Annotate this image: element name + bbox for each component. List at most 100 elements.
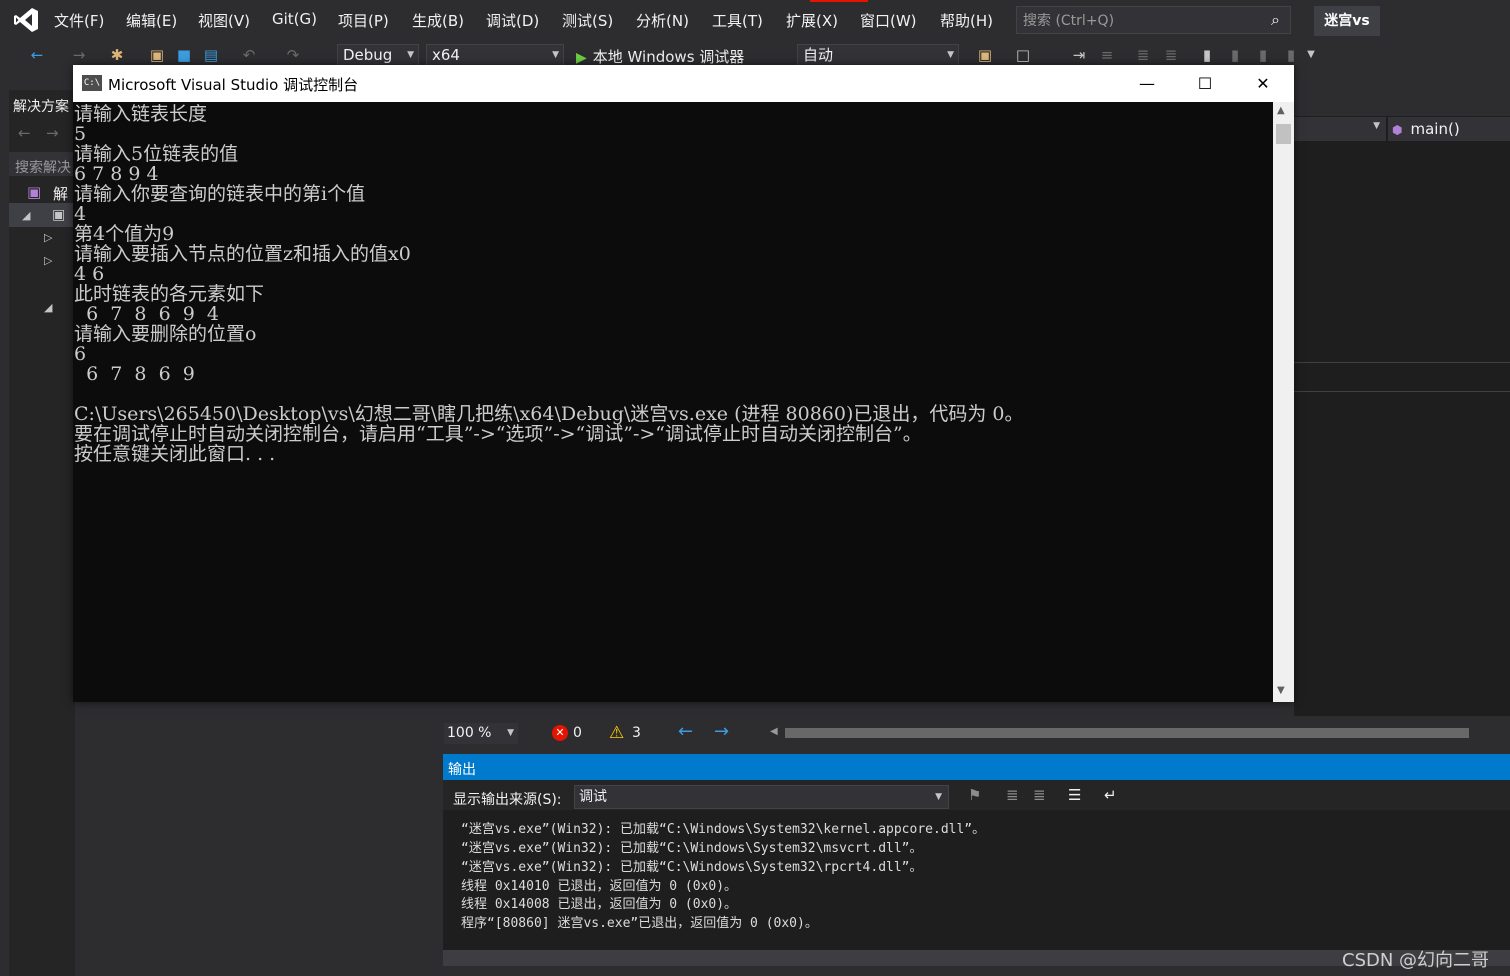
- clear-all-icon[interactable]: ☰: [1068, 786, 1081, 804]
- output-panel-header[interactable]: [443, 754, 1510, 780]
- console-line: 4: [74, 203, 87, 225]
- warning-icon[interactable]: ⚠: [609, 723, 624, 743]
- console-line: 5: [74, 123, 87, 145]
- output-source-combo[interactable]: 调试 ▼: [574, 785, 949, 809]
- function-name: main(): [1410, 120, 1460, 138]
- step-icon[interactable]: ⇥: [1070, 46, 1088, 64]
- console-line: 6 7 8 6 9: [74, 363, 195, 385]
- save-icon[interactable]: ■: [175, 46, 193, 64]
- function-cube-icon: ⬢: [1392, 123, 1403, 137]
- menu-analyze[interactable]: 分析(N): [636, 10, 689, 31]
- code-editor[interactable]: [1294, 116, 1510, 716]
- menu-test[interactable]: 测试(S): [562, 10, 613, 31]
- menu-tools[interactable]: 工具(T): [712, 10, 763, 31]
- zoom-combo[interactable]: 100 % ▼: [444, 723, 518, 744]
- error-icon[interactable]: ✕: [552, 725, 568, 741]
- next-issue-icon[interactable]: →: [714, 721, 729, 742]
- editor-current-line: [1294, 362, 1510, 392]
- new-project-icon[interactable]: ✱: [108, 46, 126, 64]
- bookmark-icon[interactable]: ▮: [1198, 46, 1216, 64]
- output-line: 线程 0x14008 已退出，返回值为 0 (0x0)。: [461, 897, 738, 912]
- output-line: 线程 0x14010 已退出，返回值为 0 (0x0)。: [461, 879, 738, 894]
- output-line: 程序“[80860] 迷宫vs.exe”已退出，返回值为 0 (0x0)。: [461, 916, 818, 931]
- collapsed-arrow-icon[interactable]: ▷: [44, 254, 52, 267]
- menu-git[interactable]: Git(G): [272, 10, 317, 28]
- solution-search-placeholder: 搜索解决: [15, 160, 71, 176]
- start-debugging-button[interactable]: ▶ 本地 Windows 调试器: [576, 46, 744, 67]
- menu-help[interactable]: 帮助(H): [940, 10, 993, 31]
- csdn-watermark: CSDN @幻向二哥: [1342, 950, 1490, 971]
- configuration-value: Debug: [343, 46, 393, 64]
- console-vertical-scrollbar[interactable]: [1273, 102, 1294, 702]
- console-line: C:\Users\265450\Desktop\vs\幻想二哥\瞎几把练\x64…: [74, 403, 1024, 425]
- console-output[interactable]: 请输入链表长度 5 请输入5位链表的值 6 7 8 9 4 请输入你要查询的链表…: [73, 102, 1273, 702]
- scrollbar-thumb[interactable]: [1276, 124, 1291, 144]
- expanded-arrow-icon[interactable]: ◢: [44, 301, 52, 314]
- next-bookmark-icon[interactable]: ▮: [1254, 46, 1272, 64]
- play-icon: ▶: [576, 50, 587, 66]
- navigate-forward-icon[interactable]: →: [70, 46, 88, 64]
- back-icon[interactable]: ←: [18, 124, 31, 142]
- console-line: 此时链表的各元素如下: [74, 283, 265, 305]
- redo-icon[interactable]: ↷: [284, 46, 302, 64]
- undo-icon[interactable]: ↶: [240, 46, 258, 64]
- search-icon[interactable]: ⌕: [1271, 10, 1280, 30]
- collapsed-arrow-icon[interactable]: ▷: [44, 231, 52, 244]
- scroll-down-icon[interactable]: ▼: [1277, 685, 1285, 696]
- chevron-down-icon: ▼: [947, 50, 954, 60]
- warning-count: 3: [632, 725, 641, 741]
- window-icon[interactable]: □: [1014, 46, 1032, 64]
- forward-icon[interactable]: →: [46, 124, 59, 142]
- scroll-up-icon[interactable]: ▲: [1277, 105, 1285, 116]
- menu-debug[interactable]: 调试(D): [486, 10, 539, 31]
- maximize-icon[interactable]: ☐: [1176, 65, 1234, 102]
- visual-studio-logo-icon: [14, 8, 38, 32]
- folder-icon[interactable]: ▣: [976, 46, 994, 64]
- solution-root-item[interactable]: 解: [53, 183, 68, 204]
- menu-window[interactable]: 窗口(W): [860, 10, 917, 31]
- toolbar-overflow-icon[interactable]: ▼: [1302, 46, 1320, 64]
- previous-issue-icon[interactable]: ←: [678, 721, 693, 742]
- debug-console-window[interactable]: C:\ Microsoft Visual Studio 调试控制台 — ☐ ✕ …: [73, 65, 1294, 702]
- expanded-arrow-icon[interactable]: ◢: [22, 209, 30, 222]
- indent-icon[interactable]: ≣: [1134, 46, 1152, 64]
- console-line: 6 7 8 9 4: [74, 163, 159, 185]
- menu-project[interactable]: 项目(P): [338, 10, 389, 31]
- solution-platform-combo[interactable]: 自动 ▼: [797, 44, 959, 66]
- next-message-icon[interactable]: ≣: [1033, 786, 1046, 804]
- navigate-back-icon[interactable]: ←: [28, 46, 46, 64]
- function-combo[interactable]: ⬢ main(): [1388, 117, 1510, 141]
- save-all-icon[interactable]: ▤: [202, 46, 220, 64]
- menu-edit[interactable]: 编辑(E): [126, 10, 177, 31]
- console-line: 要在调试停止时自动关闭控制台，请启用“工具”->“选项”->“调试”->“调试停…: [74, 423, 922, 445]
- console-title: Microsoft Visual Studio 调试控制台: [108, 76, 359, 94]
- search-box[interactable]: ⌕: [1016, 6, 1291, 34]
- console-titlebar[interactable]: C:\ Microsoft Visual Studio 调试控制台 — ☐ ✕: [73, 65, 1294, 102]
- platform-combo[interactable]: x64 ▼: [426, 44, 564, 66]
- output-text-area[interactable]: “迷宫vs.exe”(Win32): 已加载“C:\Windows\System…: [443, 810, 1510, 950]
- auto-value: 自动: [803, 46, 834, 64]
- minimize-icon[interactable]: —: [1118, 65, 1176, 102]
- console-line: 4 6: [74, 263, 105, 285]
- prev-bookmark-icon[interactable]: ▮: [1226, 46, 1244, 64]
- configuration-combo[interactable]: Debug ▼: [337, 44, 419, 66]
- prev-message-icon[interactable]: ≣: [1006, 786, 1019, 804]
- search-input[interactable]: [1021, 10, 1260, 32]
- outdent-icon[interactable]: ≣: [1162, 46, 1180, 64]
- output-panel-title: 输出: [448, 762, 476, 778]
- menu-view[interactable]: 视图(V): [198, 10, 250, 31]
- scroll-left-icon[interactable]: ◀: [770, 726, 778, 737]
- clear-bookmarks-icon[interactable]: ▮: [1282, 46, 1300, 64]
- close-icon[interactable]: ✕: [1234, 65, 1292, 102]
- scope-combo[interactable]: ▼: [1294, 117, 1386, 141]
- chevron-down-icon: ▼: [407, 50, 414, 60]
- format-icon[interactable]: ≡: [1098, 46, 1116, 64]
- menu-file[interactable]: 文件(F): [54, 10, 104, 31]
- solution-explorer-title: 解决方案: [13, 99, 69, 115]
- word-wrap-icon[interactable]: ↵: [1104, 786, 1117, 804]
- menu-extensions[interactable]: 扩展(X): [786, 10, 838, 31]
- open-file-icon[interactable]: ▣: [148, 46, 166, 64]
- menu-build[interactable]: 生成(B): [412, 10, 464, 31]
- find-message-icon[interactable]: ⚑: [968, 786, 981, 804]
- horizontal-scrollbar[interactable]: [785, 728, 1469, 738]
